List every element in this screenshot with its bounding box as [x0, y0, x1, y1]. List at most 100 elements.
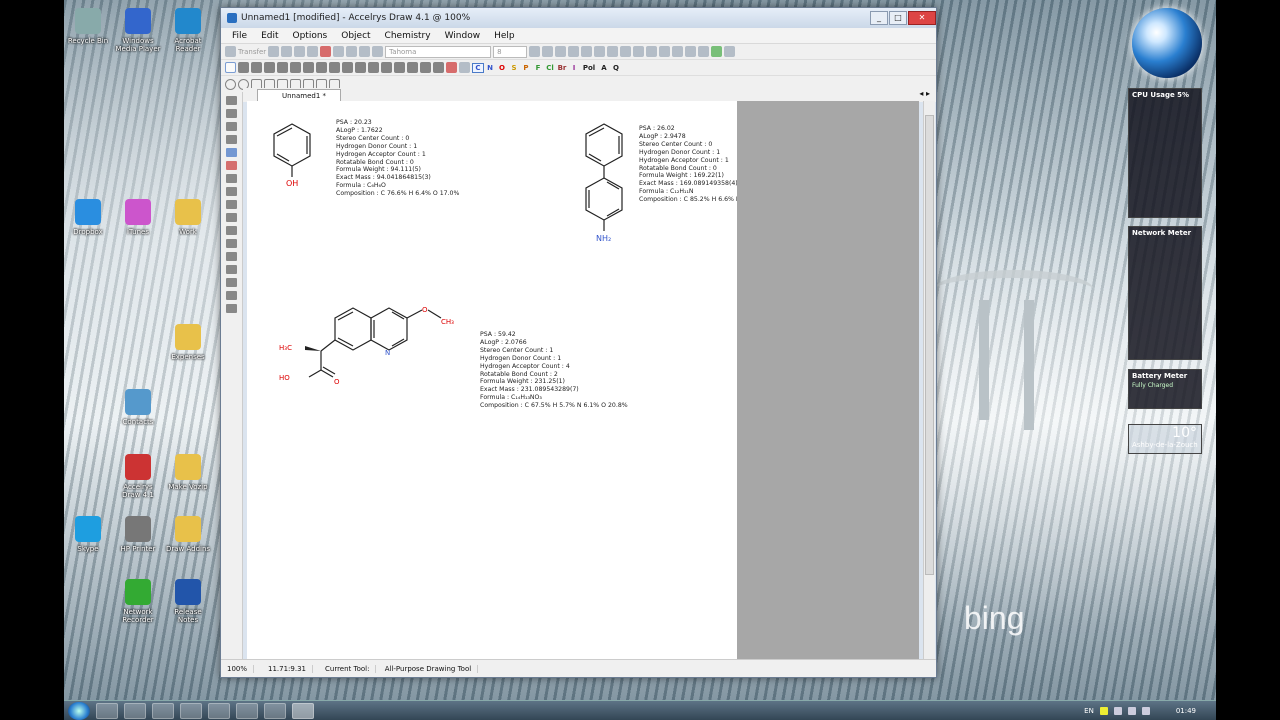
element-button-a[interactable]: A [598, 64, 610, 72]
magnify-tool-icon[interactable] [226, 122, 237, 131]
desktop-icon[interactable]: Contacts [114, 385, 162, 445]
underline-icon[interactable] [555, 46, 567, 57]
align-left-icon[interactable] [568, 46, 580, 57]
desktop-icon[interactable]: HP Printer [114, 512, 162, 572]
cpu-gadget[interactable]: CPU Usage 5% [1128, 88, 1202, 218]
desktop-icon[interactable]: Expenses [164, 320, 212, 380]
bold-icon[interactable] [529, 46, 541, 57]
stop-icon[interactable] [446, 62, 457, 73]
element-button-pol[interactable]: Pol [580, 64, 598, 72]
tray-network-icon[interactable] [1113, 706, 1122, 715]
bond-single-icon[interactable] [251, 62, 262, 73]
taskbar-app-chrome[interactable] [124, 702, 146, 719]
reaction-arrow-icon[interactable] [226, 226, 237, 235]
menu-chemistry[interactable]: Chemistry [378, 31, 438, 41]
font-size-select[interactable]: 8 [493, 45, 528, 58]
maximize-button[interactable]: □ [889, 11, 907, 25]
battery-gadget[interactable]: Battery Meter Fully Charged [1128, 369, 1202, 409]
desktop-icon[interactable]: Skype [64, 512, 112, 572]
aminobiphenyl-structure[interactable]: NH₂ [577, 119, 627, 269]
color-icon[interactable] [711, 46, 723, 57]
desktop-icon[interactable]: Recycle Bin [64, 4, 112, 64]
tray-power-icon[interactable] [1141, 706, 1150, 715]
minimize-button[interactable]: _ [870, 11, 888, 25]
desktop-icon[interactable]: iTunes [114, 195, 162, 255]
bond-dashed-icon[interactable] [394, 62, 405, 73]
bond-tool-icon[interactable] [226, 148, 237, 157]
chain-tool-icon[interactable] [226, 200, 237, 209]
title-bar[interactable]: Unnamed1 [modified] - Accelrys Draw 4.1 … [221, 8, 936, 28]
table-tool-icon[interactable] [226, 252, 237, 261]
bond-zero-icon[interactable] [420, 62, 431, 73]
element-button-i[interactable]: I [568, 64, 580, 72]
element-button-br[interactable]: Br [556, 64, 568, 72]
bracket-tool-icon[interactable] [226, 278, 237, 287]
taskbar-app-outlook[interactable] [264, 702, 286, 719]
bond-query-icon[interactable] [381, 62, 392, 73]
eraser-icon[interactable] [238, 62, 249, 73]
cut-icon[interactable] [268, 46, 280, 57]
taskbar-app-explorer[interactable] [96, 702, 118, 719]
drawing-canvas[interactable]: OH PSA : 20.23 ALogP : 1.7622 Stereo Cen… [247, 101, 758, 661]
taskbar-app-folder[interactable] [152, 702, 174, 719]
desktop-icon[interactable]: Release Notes [164, 575, 212, 635]
copy-icon[interactable] [281, 46, 293, 57]
arrange-icon[interactable] [724, 46, 736, 57]
italic-icon[interactable] [542, 46, 554, 57]
format-icon[interactable] [633, 46, 645, 57]
desktop-icon[interactable]: Accelrys Draw 4.1 [114, 450, 162, 510]
tray-flag-icon[interactable] [1099, 706, 1108, 715]
font-select[interactable]: Tahoma [385, 45, 492, 58]
quinoline-structure[interactable]: N O CH₃ H₃C HO O [271, 306, 471, 406]
lasso-icon[interactable] [225, 62, 236, 73]
tab-scroll-arrows-icon[interactable]: ◂ ▸ [919, 89, 930, 98]
element-button-c[interactable]: C [472, 62, 484, 73]
grid-icon[interactable] [685, 46, 697, 57]
pen-tool-icon[interactable] [226, 304, 237, 313]
plus-tool-icon[interactable] [226, 213, 237, 222]
zoom-icon[interactable] [359, 46, 371, 57]
tray-volume-icon[interactable] [1127, 706, 1136, 715]
undo-icon[interactable] [333, 46, 345, 57]
network-gadget[interactable]: Network Meter [1128, 226, 1202, 360]
bond-triple-icon[interactable] [316, 62, 327, 73]
desktop-icon[interactable]: Dropbox [64, 195, 112, 255]
desktop-icon[interactable]: Work [164, 195, 212, 255]
atom-tool-icon[interactable] [226, 161, 237, 170]
bond-double-icon[interactable] [303, 62, 314, 73]
element-button-q[interactable]: Q [610, 64, 622, 72]
sequence-tool-icon[interactable] [226, 265, 237, 274]
group-icon[interactable] [698, 46, 710, 57]
element-button-s[interactable]: S [508, 64, 520, 72]
vertical-scrollbar[interactable] [923, 101, 935, 661]
accelrys-draw-window[interactable]: Unnamed1 [modified] - Accelrys Draw 4.1 … [220, 7, 937, 678]
line-style-icon[interactable] [659, 46, 671, 57]
taskbar-app-media[interactable] [180, 702, 202, 719]
format-icon[interactable] [607, 46, 619, 57]
weather-gadget[interactable]: 10° Ashby-de-la-Zouch [1128, 424, 1202, 454]
format-icon[interactable] [620, 46, 632, 57]
language-indicator[interactable]: EN [1084, 707, 1094, 715]
select-icon[interactable] [225, 46, 236, 57]
menu-help[interactable]: Help [487, 31, 522, 41]
text-tool-icon[interactable] [226, 239, 237, 248]
taskbar-app-accelrys[interactable] [292, 702, 314, 719]
bond-wedge-icon[interactable] [264, 62, 275, 73]
desktop-icon[interactable]: Acrobat Reader [164, 4, 212, 64]
menu-file[interactable]: File [225, 31, 254, 41]
format-icon[interactable] [646, 46, 658, 57]
element-button-n[interactable]: N [484, 64, 496, 72]
arrow-tool-icon[interactable] [226, 174, 237, 183]
delete-icon[interactable] [320, 46, 332, 57]
erase-tool-icon[interactable] [226, 135, 237, 144]
taskbar-app-paint[interactable] [208, 702, 230, 719]
element-button-o[interactable]: O [496, 64, 508, 72]
template-icon[interactable] [459, 62, 470, 73]
circle-icon[interactable] [225, 78, 236, 90]
menu-options[interactable]: Options [286, 31, 335, 41]
align-right-icon[interactable] [594, 46, 606, 57]
zoom-level[interactable]: 100% [221, 664, 255, 673]
line-tool-icon[interactable] [226, 187, 237, 196]
desktop-icon[interactable]: Windows Media Player [114, 4, 162, 64]
bond-ring-icon[interactable] [368, 62, 379, 73]
